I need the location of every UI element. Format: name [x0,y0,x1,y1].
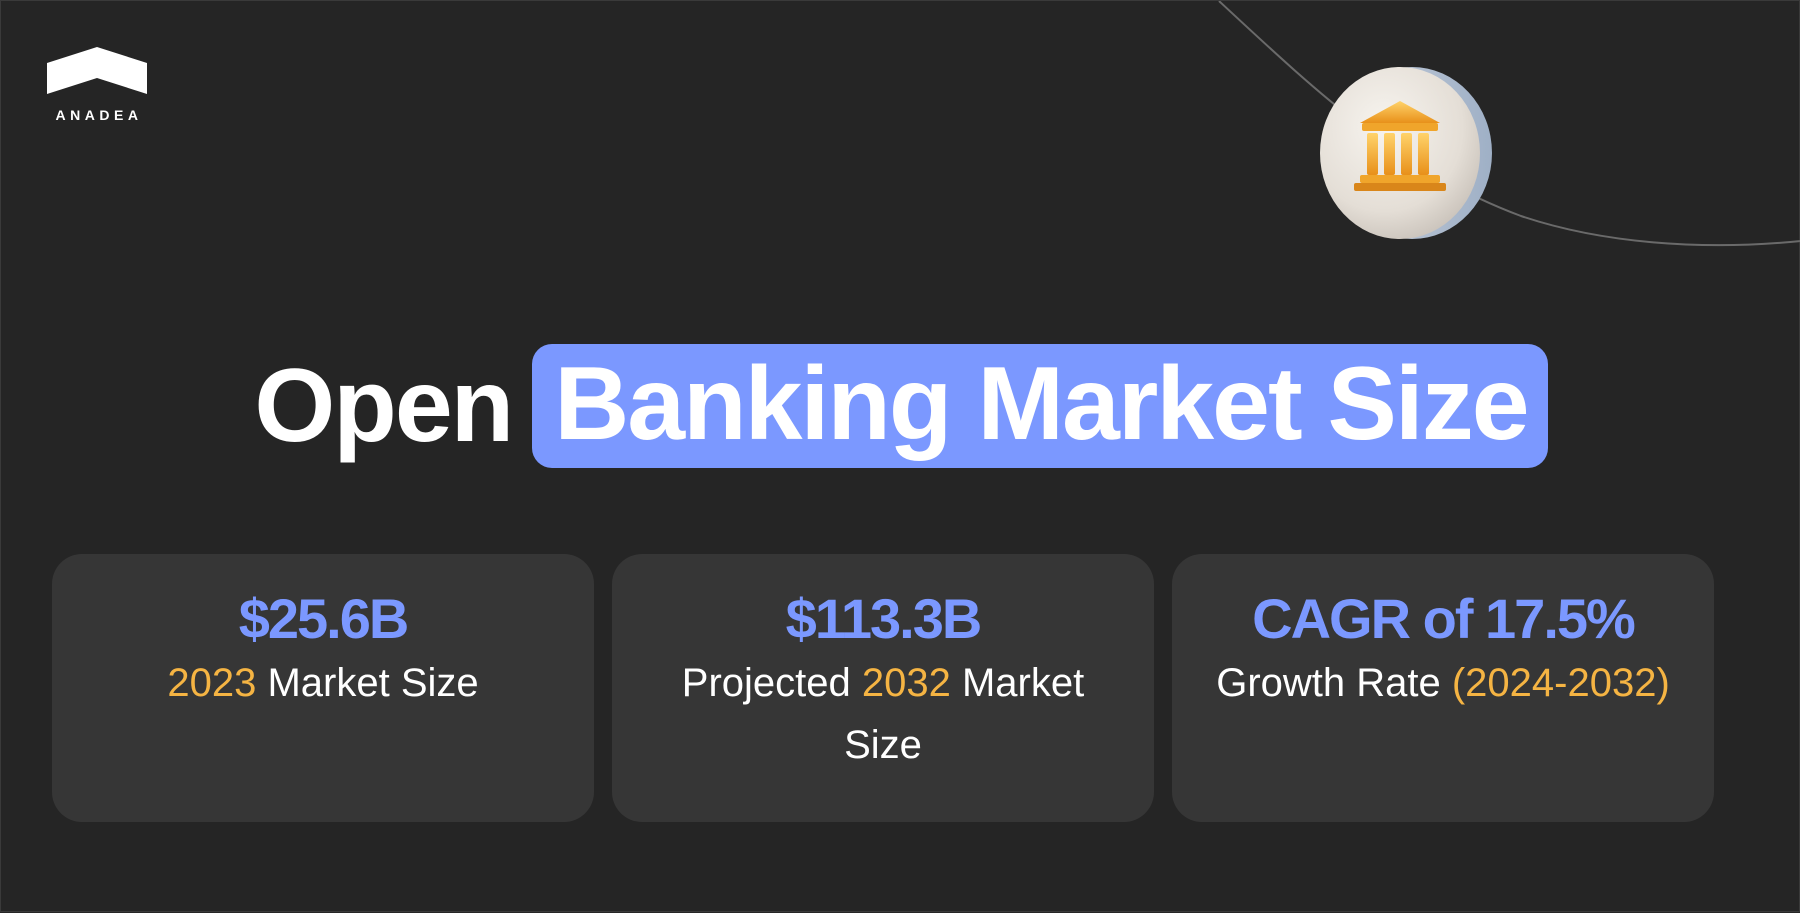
bank-building-icon [1320,67,1492,239]
stat-label: 2023 Market Size [52,652,594,714]
stat-label: Projected 2032 Market Size [612,652,1154,776]
brand-logo: ANADEA [45,45,149,123]
stat-card-cagr: CAGR of 17.5% Growth Rate (2024-2032) [1172,554,1714,822]
infographic-canvas: ANADEA Open Banking Market Size $25.6B 2… [0,0,1800,912]
stat-label-accent: 2023 [167,660,257,705]
stat-label-accent: 2032 [861,660,951,705]
title-plain-text: Open [254,348,514,464]
brand-name: ANADEA [55,107,143,123]
page-title: Open Banking Market Size [1,344,1800,468]
stat-cards: $25.6B 2023 Market Size $113.3B Projecte… [52,554,1714,822]
stat-label-post: Market Size [256,660,479,705]
stat-card-projected-2032: $113.3B Projected 2032 Market Size [612,554,1154,822]
stat-value: $113.3B [785,587,983,650]
stat-label-pre: Growth Rate [1216,660,1452,705]
stat-value: $25.6B [238,587,410,650]
stat-card-market-size-2023: $25.6B 2023 Market Size [52,554,594,822]
stat-label-pre: Projected [681,660,862,705]
stat-label: Growth Rate (2024-2032) [1172,652,1714,714]
house-roof-icon [47,47,147,94]
title-highlight-text: Banking Market Size [532,344,1548,468]
stat-value: CAGR of 17.5% [1252,587,1636,650]
stat-label-accent: (2024-2032) [1451,660,1670,705]
